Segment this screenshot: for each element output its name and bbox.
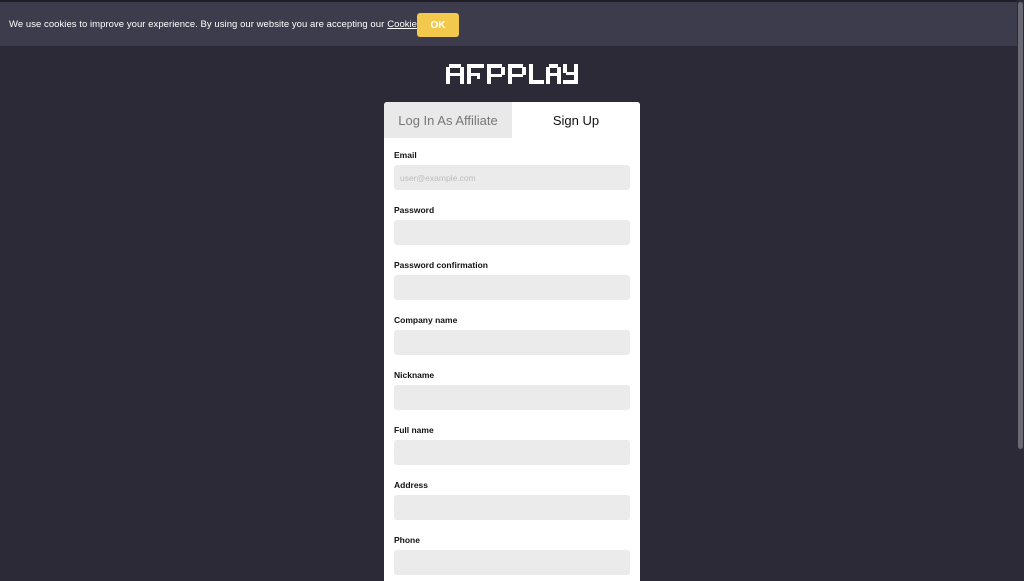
phone-input[interactable] — [394, 550, 630, 575]
password-confirmation-input[interactable] — [394, 275, 630, 300]
address-label: Address — [394, 480, 429, 490]
email-label: Email — [394, 150, 417, 160]
affplay-logo — [446, 64, 578, 84]
full-name-label: Full name — [394, 425, 434, 435]
company-name-input[interactable] — [394, 330, 630, 355]
full-name-input[interactable] — [394, 440, 630, 465]
scrollbar-thumb[interactable] — [1018, 2, 1023, 449]
email-input[interactable] — [394, 165, 630, 190]
cookie-banner-text: We use cookies to improve your experienc… — [9, 18, 385, 30]
phone-field-group: Phone — [394, 534, 630, 581]
auth-tabs: Log In As Affiliate Sign Up — [384, 102, 640, 138]
cookie-ok-button[interactable]: OK — [417, 13, 459, 37]
password-label: Password — [394, 205, 435, 215]
tab-log-in-as-affiliate[interactable]: Log In As Affiliate — [384, 102, 512, 138]
company-name-field-group: Company name — [394, 314, 630, 369]
password-confirmation-field-group: Password confirmation — [394, 259, 630, 314]
signup-form: Email Password Password confirmation Com… — [384, 138, 640, 581]
nickname-label: Nickname — [394, 370, 435, 380]
nickname-input[interactable] — [394, 385, 630, 410]
password-input[interactable] — [394, 220, 630, 245]
nickname-field-group: Nickname — [394, 369, 630, 424]
phone-label: Phone — [394, 535, 420, 545]
password-field-group: Password — [394, 204, 630, 259]
cookie-banner: We use cookies to improve your experienc… — [0, 2, 1017, 46]
email-field-group: Email — [394, 149, 630, 204]
company-name-label: Company name — [394, 315, 458, 325]
password-confirmation-label: Password confirmation — [394, 260, 488, 270]
address-field-group: Address — [394, 479, 630, 534]
address-input[interactable] — [394, 495, 630, 520]
affplay-logo-icon — [446, 64, 578, 84]
full-name-field-group: Full name — [394, 424, 630, 479]
tab-sign-up[interactable]: Sign Up — [512, 102, 640, 138]
auth-card: Log In As Affiliate Sign Up Email Passwo… — [384, 102, 640, 581]
